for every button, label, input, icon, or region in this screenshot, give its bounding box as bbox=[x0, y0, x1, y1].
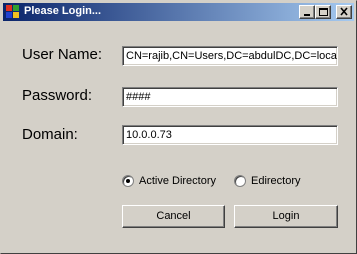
close-icon bbox=[340, 7, 348, 16]
active-directory-label: Active Directory bbox=[139, 175, 217, 187]
password-label: Password: bbox=[22, 87, 93, 104]
edirectory-label: Edirectory bbox=[251, 175, 301, 187]
app-icon[interactable] bbox=[6, 5, 19, 18]
domain-input[interactable]: 10.0.0.73 bbox=[122, 125, 338, 145]
close-button[interactable] bbox=[336, 5, 352, 19]
window-title: Please Login... bbox=[24, 5, 102, 17]
maximize-button[interactable] bbox=[315, 5, 331, 19]
minimize-button[interactable] bbox=[299, 5, 315, 19]
edirectory-radio[interactable] bbox=[234, 175, 246, 187]
username-input[interactable]: CN=rajib,CN=Users,DC=abdulDC,DC=local bbox=[122, 46, 338, 66]
username-label: User Name: bbox=[22, 46, 103, 63]
cancel-button[interactable]: Cancel bbox=[122, 205, 225, 228]
password-input[interactable]: #### bbox=[122, 87, 338, 107]
login-window: Please Login... User Name: CN=rajib,CN=U… bbox=[0, 0, 357, 254]
domain-label: Domain: bbox=[22, 126, 78, 143]
active-directory-option[interactable]: Active Directory bbox=[122, 175, 216, 187]
maximize-icon bbox=[319, 8, 328, 16]
active-directory-radio[interactable] bbox=[122, 175, 134, 187]
radio-selected-dot bbox=[126, 179, 130, 183]
login-button[interactable]: Login bbox=[234, 205, 338, 228]
title-bar[interactable]: Please Login... bbox=[3, 3, 354, 21]
minimize-icon bbox=[304, 14, 310, 16]
edirectory-option[interactable]: Edirectory bbox=[234, 175, 301, 187]
